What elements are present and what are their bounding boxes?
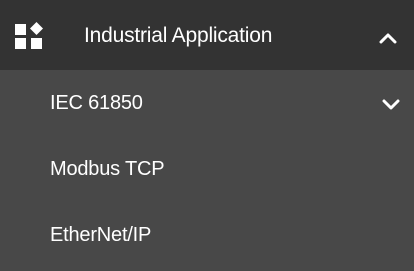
chevron-up-icon[interactable] <box>379 31 397 44</box>
menu-item-label: EtherNet/IP <box>50 224 152 246</box>
menu-item-iec-61850[interactable]: IEC 61850 <box>0 70 414 136</box>
header-label: Industrial Application <box>84 24 273 47</box>
menu-item-label: Modbus TCP <box>50 158 165 180</box>
industrial-application-menu: Industrial Application IEC 61850 Modbus … <box>0 0 414 271</box>
category-icon <box>15 22 47 50</box>
menu-item-modbus-tcp[interactable]: Modbus TCP <box>0 136 414 202</box>
menu-item-ethernet-ip[interactable]: EtherNet/IP <box>0 202 414 268</box>
menu-item-label: IEC 61850 <box>50 92 143 114</box>
industrial-application-header[interactable]: Industrial Application <box>0 0 414 70</box>
chevron-down-icon[interactable] <box>382 97 400 110</box>
